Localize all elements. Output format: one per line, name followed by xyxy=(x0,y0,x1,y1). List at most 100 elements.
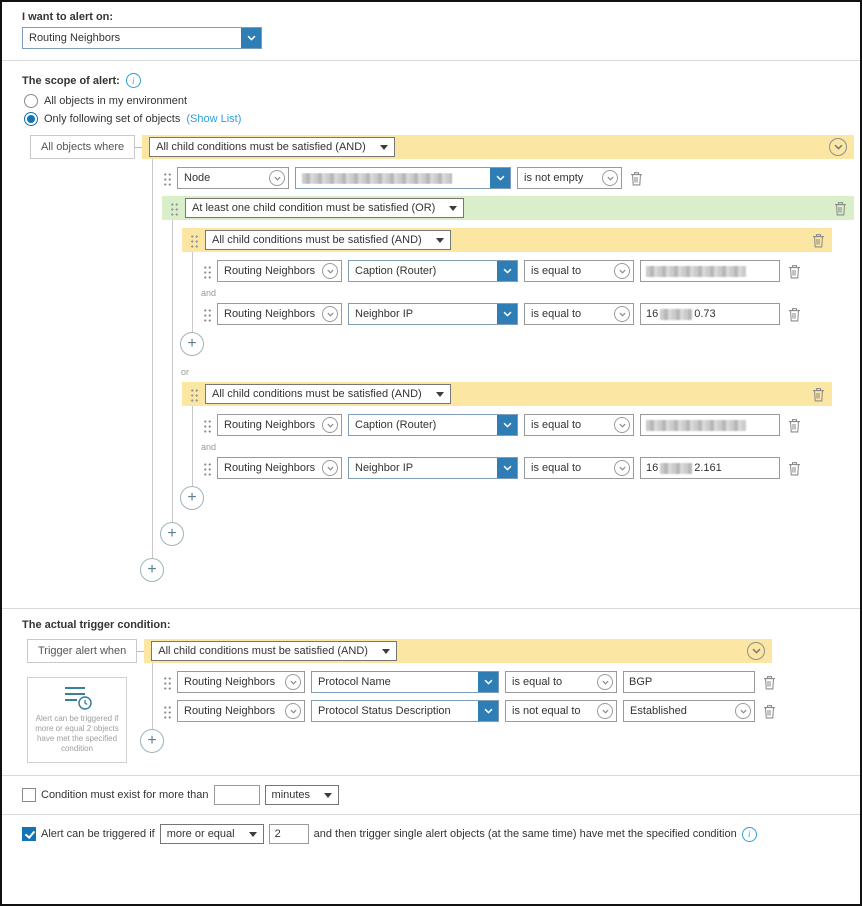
chevron-down-icon xyxy=(435,392,444,401)
chevron-down-icon xyxy=(435,238,444,247)
collapse-chevron-icon[interactable] xyxy=(829,138,847,156)
field-select[interactable]: Node xyxy=(177,167,289,189)
trash-icon[interactable] xyxy=(630,171,643,186)
chevron-down-icon xyxy=(248,832,257,841)
trash-icon[interactable] xyxy=(834,201,847,216)
add-condition-button[interactable]: + xyxy=(160,522,184,546)
chevron-down-icon xyxy=(614,460,630,476)
divider xyxy=(2,814,860,815)
object-select[interactable]: Routing Neighbors xyxy=(177,671,305,693)
add-condition-button[interactable]: + xyxy=(140,558,164,582)
chevron-down-icon xyxy=(285,703,301,719)
trigger-alert-when-tag: Trigger alert when xyxy=(27,639,138,663)
add-condition-button[interactable]: + xyxy=(180,332,204,356)
trash-icon[interactable] xyxy=(812,387,825,402)
redacted-value xyxy=(646,419,746,431)
all-objects-where-tag: All objects where xyxy=(30,135,136,159)
collapse-chevron-icon[interactable] xyxy=(747,642,766,660)
add-condition-button[interactable]: + xyxy=(180,486,204,510)
field-select[interactable]: Protocol Name xyxy=(311,671,499,693)
node-value-select[interactable] xyxy=(295,167,511,189)
or-condition-select[interactable]: At least one child condition must be sat… xyxy=(185,198,465,218)
chevron-down-icon xyxy=(614,306,630,322)
divider xyxy=(2,775,860,776)
trash-icon[interactable] xyxy=(788,307,801,322)
trash-icon[interactable] xyxy=(788,461,801,476)
trigger-root-condition-select[interactable]: All child conditions must be satisfied (… xyxy=(151,641,397,661)
chevron-down-icon xyxy=(478,701,498,721)
scope-root-bar: All child conditions must be satisfied (… xyxy=(142,135,854,159)
or-group: At least one child condition must be sat… xyxy=(160,196,854,546)
info-icon[interactable]: i xyxy=(741,826,757,842)
drag-handle-icon[interactable] xyxy=(162,703,171,719)
operator-select[interactable]: is equal to xyxy=(505,671,617,693)
and-group-children: Routing Neighbors Caption (Router) is eq… xyxy=(180,252,854,356)
trash-icon[interactable] xyxy=(788,418,801,433)
trigger-count-checkbox[interactable] xyxy=(22,827,36,841)
trigger-children: Routing Neighbors Protocol Name is equal… xyxy=(140,663,854,753)
drag-handle-icon[interactable] xyxy=(162,170,171,186)
radio-subset-objects[interactable] xyxy=(24,112,38,126)
drag-handle-icon[interactable] xyxy=(189,232,198,248)
operator-select[interactable]: is not equal to xyxy=(505,700,617,722)
value-input[interactable] xyxy=(640,260,780,282)
condition-row: Routing Neighbors Caption (Router) is eq… xyxy=(202,260,854,282)
and-joiner: and xyxy=(199,442,225,452)
scope-root-condition-select[interactable]: All child conditions must be satisfied (… xyxy=(149,137,395,157)
value-select[interactable]: Established xyxy=(623,700,755,722)
field-select[interactable]: Caption (Router) xyxy=(348,414,518,436)
drag-handle-icon[interactable] xyxy=(202,306,211,322)
chevron-down-icon xyxy=(614,263,630,279)
add-condition-button[interactable]: + xyxy=(140,729,164,753)
operator-select[interactable]: is equal to xyxy=(524,260,634,282)
drag-handle-icon[interactable] xyxy=(202,460,211,476)
chevron-down-icon xyxy=(381,649,390,658)
chevron-down-icon xyxy=(322,417,338,433)
redacted-value xyxy=(302,172,452,184)
drag-handle-icon[interactable] xyxy=(202,417,211,433)
minutes-input[interactable] xyxy=(213,785,260,805)
value-input[interactable] xyxy=(623,671,755,693)
trash-icon[interactable] xyxy=(763,675,776,690)
condition-row: Routing Neighbors Protocol Status Descri… xyxy=(162,700,854,722)
operator-select[interactable]: is equal to xyxy=(524,457,634,479)
chevron-down-icon xyxy=(322,460,338,476)
object-select[interactable]: Routing Neighbors xyxy=(217,260,342,282)
chevron-down-icon xyxy=(379,145,388,154)
field-select[interactable]: Neighbor IP xyxy=(348,457,518,479)
trash-icon[interactable] xyxy=(763,704,776,719)
operator-select[interactable]: is equal to xyxy=(524,303,634,325)
field-select[interactable]: Neighbor IP xyxy=(348,303,518,325)
alert-on-select[interactable]: Routing Neighbors xyxy=(22,27,262,49)
object-select[interactable]: Routing Neighbors xyxy=(217,457,342,479)
condition-exist-checkbox[interactable] xyxy=(22,788,36,802)
operator-select[interactable]: is not empty xyxy=(517,167,622,189)
drag-handle-icon[interactable] xyxy=(162,674,171,690)
comparison-select[interactable]: more or equal xyxy=(159,824,264,844)
radio-all-objects-label: All objects in my environment xyxy=(44,95,188,107)
drag-handle-icon[interactable] xyxy=(189,386,198,402)
condition-row: Routing Neighbors Caption (Router) is eq… xyxy=(202,414,854,436)
object-select[interactable]: Routing Neighbors xyxy=(177,700,305,722)
and-group-bar: All child conditions must be satisfied (… xyxy=(182,382,832,406)
trash-icon[interactable] xyxy=(788,264,801,279)
drag-handle-icon[interactable] xyxy=(169,200,178,216)
field-select[interactable]: Protocol Status Description xyxy=(311,700,499,722)
value-input[interactable]: 16 2.161 xyxy=(640,457,780,479)
value-input[interactable] xyxy=(640,414,780,436)
operator-select[interactable]: is equal to xyxy=(524,414,634,436)
object-select[interactable]: Routing Neighbors xyxy=(217,303,342,325)
field-select[interactable]: Caption (Router) xyxy=(348,260,518,282)
minutes-unit-select[interactable]: minutes xyxy=(264,785,340,805)
condition-row: Node is not empty xyxy=(162,167,854,189)
radio-all-objects[interactable] xyxy=(24,94,38,108)
info-icon[interactable]: i xyxy=(125,73,141,88)
drag-handle-icon[interactable] xyxy=(202,263,211,279)
show-list-link[interactable]: (Show List) xyxy=(186,113,241,125)
object-select[interactable]: Routing Neighbors xyxy=(217,414,342,436)
trash-icon[interactable] xyxy=(812,233,825,248)
value-input[interactable]: 16 0.73 xyxy=(640,303,780,325)
and-condition-select[interactable]: All child conditions must be satisfied (… xyxy=(205,384,451,404)
count-input[interactable] xyxy=(268,824,309,844)
and-condition-select[interactable]: All child conditions must be satisfied (… xyxy=(205,230,451,250)
